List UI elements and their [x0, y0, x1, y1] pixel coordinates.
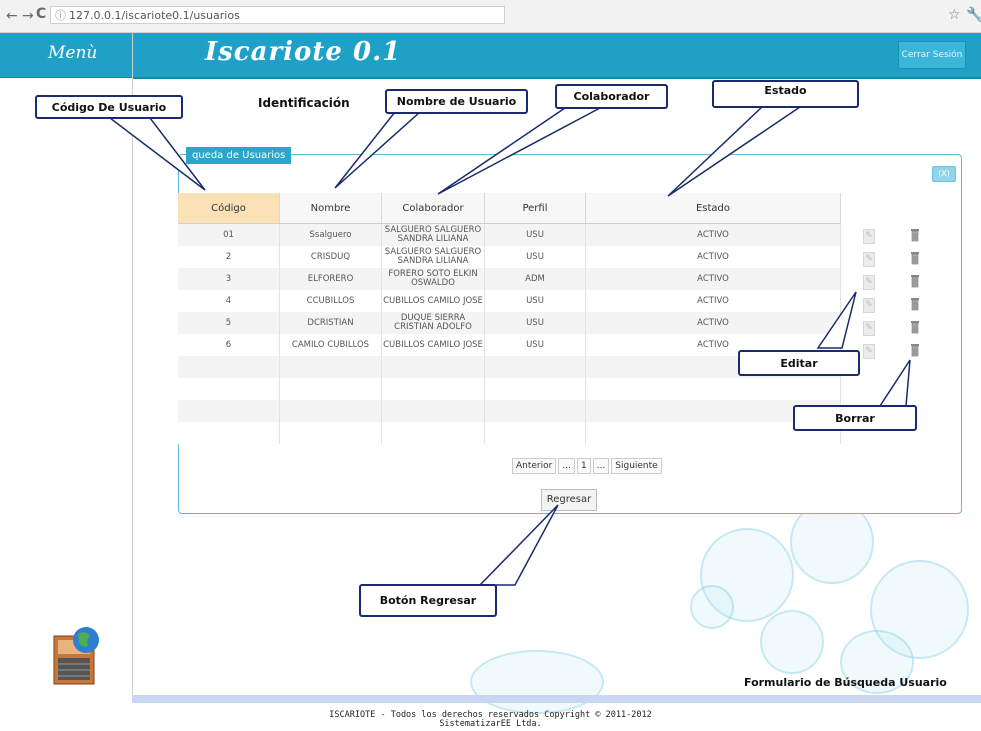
footer-company: SistematizarEE Ltda.: [439, 719, 542, 729]
annotation-codigo: Código De Usuario: [35, 95, 183, 119]
annotation-nombre: Nombre de Usuario: [385, 89, 528, 114]
annotation-estado: Estado: [712, 80, 859, 108]
annotation-editar: Editar: [738, 350, 860, 376]
annotation-borrar: Borrar: [793, 405, 917, 431]
annotation-regresar: Botón Regresar: [359, 584, 497, 617]
form-caption: Formulario de Búsqueda Usuario: [744, 676, 947, 689]
bottom-scrollbar[interactable]: [132, 695, 981, 703]
footer: ISCARIOTE - Todos los derechos reservado…: [0, 711, 981, 729]
annotation-colaborador: Colaborador: [555, 84, 668, 109]
